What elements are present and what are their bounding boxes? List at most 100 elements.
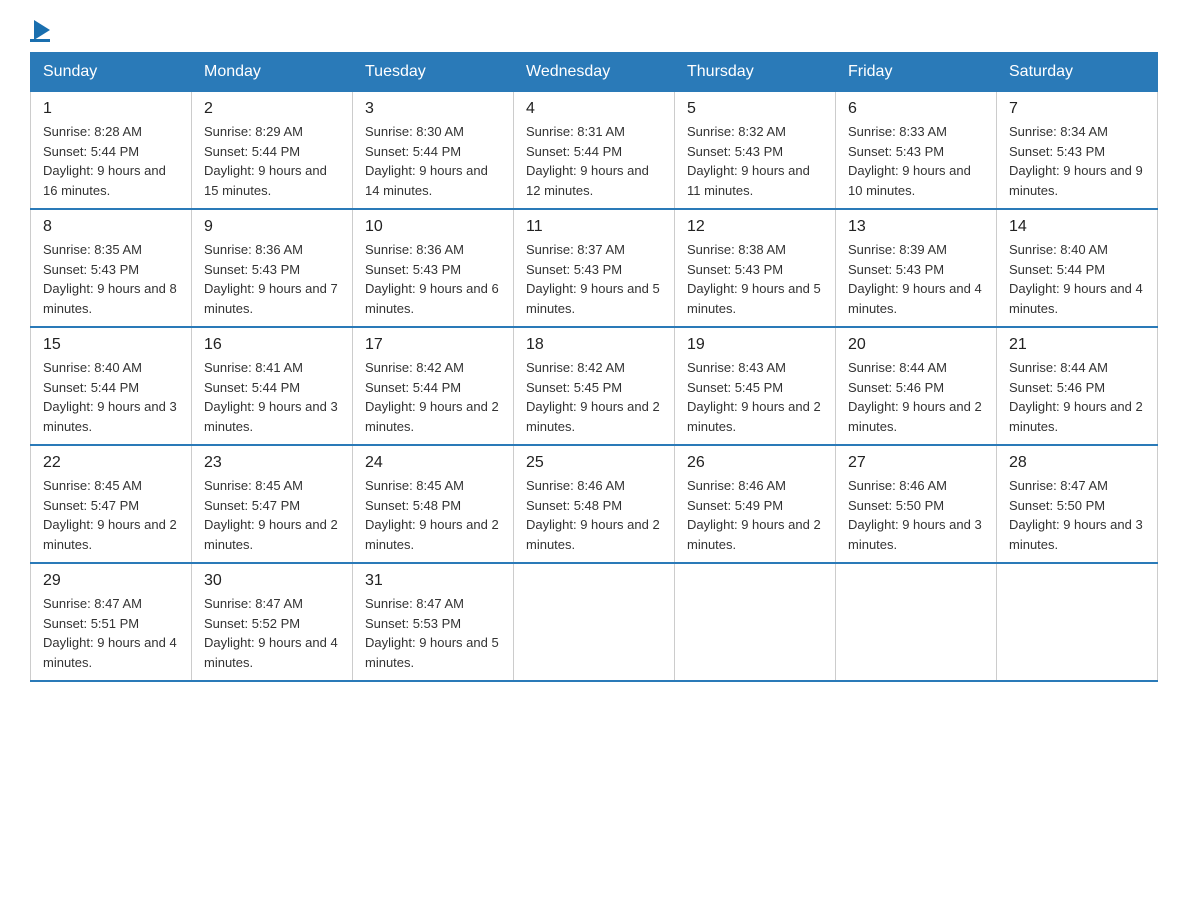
calendar-day-cell: 26 Sunrise: 8:46 AMSunset: 5:49 PMDaylig… [675, 445, 836, 563]
day-number: 19 [687, 336, 823, 354]
calendar-day-cell: 20 Sunrise: 8:44 AMSunset: 5:46 PMDaylig… [836, 327, 997, 445]
calendar-day-header: Friday [836, 53, 997, 92]
calendar-day-cell [514, 563, 675, 681]
day-info: Sunrise: 8:36 AMSunset: 5:43 PMDaylight:… [365, 240, 501, 318]
calendar-day-header: Sunday [31, 53, 192, 92]
day-number: 21 [1009, 336, 1145, 354]
day-number: 26 [687, 454, 823, 472]
day-number: 20 [848, 336, 984, 354]
page-container: SundayMondayTuesdayWednesdayThursdayFrid… [30, 20, 1158, 682]
calendar-week-row: 1 Sunrise: 8:28 AMSunset: 5:44 PMDayligh… [31, 92, 1158, 210]
day-info: Sunrise: 8:28 AMSunset: 5:44 PMDaylight:… [43, 122, 179, 200]
calendar-day-cell: 22 Sunrise: 8:45 AMSunset: 5:47 PMDaylig… [31, 445, 192, 563]
day-number: 17 [365, 336, 501, 354]
calendar-day-cell [675, 563, 836, 681]
day-info: Sunrise: 8:42 AMSunset: 5:44 PMDaylight:… [365, 358, 501, 436]
day-info: Sunrise: 8:35 AMSunset: 5:43 PMDaylight:… [43, 240, 179, 318]
day-number: 23 [204, 454, 340, 472]
day-number: 29 [43, 572, 179, 590]
day-info: Sunrise: 8:39 AMSunset: 5:43 PMDaylight:… [848, 240, 984, 318]
calendar-day-header: Wednesday [514, 53, 675, 92]
day-number: 25 [526, 454, 662, 472]
logo-arrow-icon [34, 20, 50, 40]
day-info: Sunrise: 8:38 AMSunset: 5:43 PMDaylight:… [687, 240, 823, 318]
day-number: 1 [43, 100, 179, 118]
calendar-day-cell: 11 Sunrise: 8:37 AMSunset: 5:43 PMDaylig… [514, 209, 675, 327]
day-info: Sunrise: 8:46 AMSunset: 5:50 PMDaylight:… [848, 476, 984, 554]
calendar-day-cell: 12 Sunrise: 8:38 AMSunset: 5:43 PMDaylig… [675, 209, 836, 327]
day-number: 14 [1009, 218, 1145, 236]
day-number: 15 [43, 336, 179, 354]
calendar-day-cell: 17 Sunrise: 8:42 AMSunset: 5:44 PMDaylig… [353, 327, 514, 445]
day-number: 22 [43, 454, 179, 472]
day-info: Sunrise: 8:40 AMSunset: 5:44 PMDaylight:… [43, 358, 179, 436]
day-info: Sunrise: 8:42 AMSunset: 5:45 PMDaylight:… [526, 358, 662, 436]
day-number: 8 [43, 218, 179, 236]
calendar-day-cell: 4 Sunrise: 8:31 AMSunset: 5:44 PMDayligh… [514, 92, 675, 210]
calendar-day-cell: 13 Sunrise: 8:39 AMSunset: 5:43 PMDaylig… [836, 209, 997, 327]
calendar-day-cell [997, 563, 1158, 681]
day-number: 6 [848, 100, 984, 118]
day-number: 18 [526, 336, 662, 354]
calendar-day-cell: 5 Sunrise: 8:32 AMSunset: 5:43 PMDayligh… [675, 92, 836, 210]
calendar-week-row: 22 Sunrise: 8:45 AMSunset: 5:47 PMDaylig… [31, 445, 1158, 563]
calendar-day-cell: 31 Sunrise: 8:47 AMSunset: 5:53 PMDaylig… [353, 563, 514, 681]
day-info: Sunrise: 8:29 AMSunset: 5:44 PMDaylight:… [204, 122, 340, 200]
calendar-day-cell: 23 Sunrise: 8:45 AMSunset: 5:47 PMDaylig… [192, 445, 353, 563]
day-info: Sunrise: 8:37 AMSunset: 5:43 PMDaylight:… [526, 240, 662, 318]
calendar-week-row: 15 Sunrise: 8:40 AMSunset: 5:44 PMDaylig… [31, 327, 1158, 445]
calendar-table: SundayMondayTuesdayWednesdayThursdayFrid… [30, 52, 1158, 682]
calendar-day-cell [836, 563, 997, 681]
calendar-day-cell: 7 Sunrise: 8:34 AMSunset: 5:43 PMDayligh… [997, 92, 1158, 210]
calendar-day-header: Monday [192, 53, 353, 92]
calendar-day-cell: 27 Sunrise: 8:46 AMSunset: 5:50 PMDaylig… [836, 445, 997, 563]
day-number: 10 [365, 218, 501, 236]
day-info: Sunrise: 8:31 AMSunset: 5:44 PMDaylight:… [526, 122, 662, 200]
day-info: Sunrise: 8:44 AMSunset: 5:46 PMDaylight:… [848, 358, 984, 436]
day-info: Sunrise: 8:34 AMSunset: 5:43 PMDaylight:… [1009, 122, 1145, 200]
calendar-day-cell: 1 Sunrise: 8:28 AMSunset: 5:44 PMDayligh… [31, 92, 192, 210]
calendar-day-cell: 19 Sunrise: 8:43 AMSunset: 5:45 PMDaylig… [675, 327, 836, 445]
day-info: Sunrise: 8:46 AMSunset: 5:49 PMDaylight:… [687, 476, 823, 554]
calendar-day-cell: 21 Sunrise: 8:44 AMSunset: 5:46 PMDaylig… [997, 327, 1158, 445]
calendar-week-row: 29 Sunrise: 8:47 AMSunset: 5:51 PMDaylig… [31, 563, 1158, 681]
header [30, 20, 1158, 42]
day-info: Sunrise: 8:45 AMSunset: 5:48 PMDaylight:… [365, 476, 501, 554]
day-info: Sunrise: 8:44 AMSunset: 5:46 PMDaylight:… [1009, 358, 1145, 436]
day-number: 5 [687, 100, 823, 118]
day-info: Sunrise: 8:40 AMSunset: 5:44 PMDaylight:… [1009, 240, 1145, 318]
day-info: Sunrise: 8:45 AMSunset: 5:47 PMDaylight:… [43, 476, 179, 554]
day-info: Sunrise: 8:45 AMSunset: 5:47 PMDaylight:… [204, 476, 340, 554]
calendar-day-cell: 29 Sunrise: 8:47 AMSunset: 5:51 PMDaylig… [31, 563, 192, 681]
day-info: Sunrise: 8:30 AMSunset: 5:44 PMDaylight:… [365, 122, 501, 200]
calendar-day-header: Tuesday [353, 53, 514, 92]
day-number: 3 [365, 100, 501, 118]
calendar-day-cell: 8 Sunrise: 8:35 AMSunset: 5:43 PMDayligh… [31, 209, 192, 327]
calendar-day-cell: 24 Sunrise: 8:45 AMSunset: 5:48 PMDaylig… [353, 445, 514, 563]
calendar-day-cell: 6 Sunrise: 8:33 AMSunset: 5:43 PMDayligh… [836, 92, 997, 210]
day-info: Sunrise: 8:43 AMSunset: 5:45 PMDaylight:… [687, 358, 823, 436]
calendar-week-row: 8 Sunrise: 8:35 AMSunset: 5:43 PMDayligh… [31, 209, 1158, 327]
day-info: Sunrise: 8:47 AMSunset: 5:52 PMDaylight:… [204, 594, 340, 672]
calendar-day-cell: 28 Sunrise: 8:47 AMSunset: 5:50 PMDaylig… [997, 445, 1158, 563]
day-info: Sunrise: 8:47 AMSunset: 5:50 PMDaylight:… [1009, 476, 1145, 554]
day-number: 27 [848, 454, 984, 472]
calendar-day-cell: 30 Sunrise: 8:47 AMSunset: 5:52 PMDaylig… [192, 563, 353, 681]
day-number: 28 [1009, 454, 1145, 472]
calendar-day-cell: 2 Sunrise: 8:29 AMSunset: 5:44 PMDayligh… [192, 92, 353, 210]
calendar-day-cell: 15 Sunrise: 8:40 AMSunset: 5:44 PMDaylig… [31, 327, 192, 445]
day-number: 24 [365, 454, 501, 472]
day-number: 11 [526, 218, 662, 236]
calendar-day-cell: 14 Sunrise: 8:40 AMSunset: 5:44 PMDaylig… [997, 209, 1158, 327]
day-info: Sunrise: 8:47 AMSunset: 5:51 PMDaylight:… [43, 594, 179, 672]
day-number: 4 [526, 100, 662, 118]
calendar-day-header: Saturday [997, 53, 1158, 92]
day-number: 7 [1009, 100, 1145, 118]
calendar-header-row: SundayMondayTuesdayWednesdayThursdayFrid… [31, 53, 1158, 92]
day-number: 9 [204, 218, 340, 236]
calendar-day-cell: 16 Sunrise: 8:41 AMSunset: 5:44 PMDaylig… [192, 327, 353, 445]
calendar-day-cell: 9 Sunrise: 8:36 AMSunset: 5:43 PMDayligh… [192, 209, 353, 327]
calendar-day-cell: 25 Sunrise: 8:46 AMSunset: 5:48 PMDaylig… [514, 445, 675, 563]
calendar-day-cell: 10 Sunrise: 8:36 AMSunset: 5:43 PMDaylig… [353, 209, 514, 327]
day-info: Sunrise: 8:32 AMSunset: 5:43 PMDaylight:… [687, 122, 823, 200]
